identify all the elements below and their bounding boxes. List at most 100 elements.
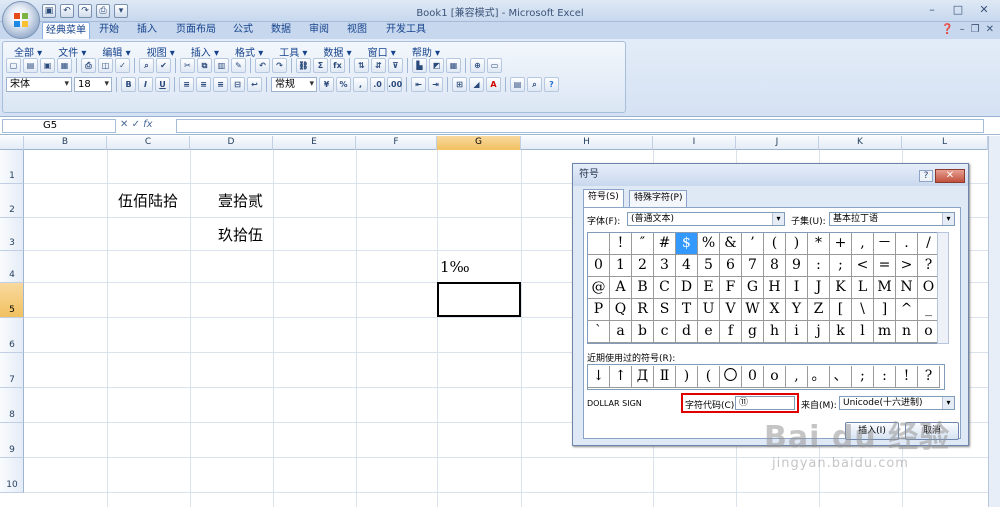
recent-symbol[interactable]: : [874,366,896,388]
row-header[interactable]: 1 [0,150,24,184]
drawing-icon[interactable]: ◩ [429,58,444,73]
print-preview-icon[interactable]: ◫ [98,58,113,73]
dialog-close-button[interactable]: ✕ [935,169,965,183]
symbol-cell[interactable]: － [874,233,896,255]
column-header[interactable]: E [273,136,356,150]
symbol-cell[interactable]: ( [764,233,786,255]
dialog-help-button[interactable]: ? [919,170,933,182]
print-icon[interactable]: ⎙ [96,4,110,18]
symbol-cell[interactable]: A [610,277,632,299]
symbol-cell[interactable]: ^ [896,299,918,321]
row-header[interactable]: 10 [0,458,24,493]
ribbon-close-icon[interactable]: ✕ [986,24,994,35]
close-button[interactable]: ✕ [972,2,996,18]
research-icon[interactable]: ⌕ [139,58,154,73]
spell-check-icon[interactable]: ✔ [156,58,171,73]
symbol-cell[interactable]: T [676,299,698,321]
open-icon[interactable]: ▤ [23,58,38,73]
new-icon[interactable]: ▢ [6,58,21,73]
ribbon-restore-icon[interactable]: ❐ [971,24,980,35]
symbol-cell[interactable]: ″ [632,233,654,255]
symbol-cell[interactable]: g [742,321,764,343]
recent-symbol[interactable]: ? [918,366,940,388]
symbol-cell[interactable]: @ [588,277,610,299]
symbol-cell[interactable]: m [874,321,896,343]
row-header[interactable]: 7 [0,353,24,388]
merge-center-icon[interactable]: ⊟ [230,77,245,92]
increase-indent-icon[interactable]: ⇥ [428,77,443,92]
symbol-cell[interactable]: E [698,277,720,299]
symbol-cell[interactable]: ] [874,299,896,321]
symbol-cell[interactable]: 0 [588,255,610,277]
tab-classic-menu[interactable]: 经典菜单 [42,22,90,39]
symbol-cell[interactable]: , [852,233,874,255]
symbol-cell[interactable]: [ [830,299,852,321]
row-header-selected[interactable]: 5 [0,283,24,318]
symbol-cell[interactable]: d [676,321,698,343]
recent-symbol[interactable]: 〇 [720,366,742,388]
row-header[interactable]: 9 [0,423,24,458]
recent-symbol[interactable]: ) [676,366,698,388]
cell-d3[interactable]: 玖拾伍 [218,224,263,245]
filter-icon[interactable]: ⊽ [388,58,403,73]
align-center-icon[interactable]: ≡ [196,77,211,92]
symbol-cell[interactable]: n [896,321,918,343]
symbol-cell[interactable]: * [808,233,830,255]
row-header[interactable]: 4 [0,251,24,283]
symbol-cell[interactable]: U [698,299,720,321]
symbol-cell[interactable]: + [830,233,852,255]
recent-symbol[interactable]: ; [852,366,874,388]
ribbon-minimize-icon[interactable]: – [960,24,965,35]
row-header[interactable]: 2 [0,184,24,218]
symbol-cell[interactable]: = [874,255,896,277]
tab-symbols[interactable]: 符号(S) [583,189,624,208]
recent-symbol[interactable]: ↓ [588,366,610,388]
symbol-cell[interactable]: \ [852,299,874,321]
decrease-decimal-icon[interactable]: .00 [387,77,402,92]
column-header[interactable]: J [736,136,819,150]
symbol-cell[interactable]: ; [830,255,852,277]
vertical-scrollbar[interactable] [988,136,1000,507]
recent-symbol[interactable]: o [764,366,786,388]
tab-insert[interactable]: 插入 [132,22,162,39]
symbol-cell[interactable] [588,233,610,255]
copy-icon[interactable]: ⧉ [197,58,212,73]
symbol-cell[interactable]: M [874,277,896,299]
window-icon[interactable]: ▭ [487,58,502,73]
column-header[interactable]: D [190,136,273,150]
minimize-button[interactable]: – [920,2,944,18]
symbol-cell[interactable]: 6 [720,255,742,277]
symbol-cell[interactable]: b [632,321,654,343]
permission-icon[interactable]: ▦ [57,58,72,73]
number-format-select[interactable]: 常规 [271,77,317,92]
symbol-cell[interactable]: . [896,233,918,255]
decrease-indent-icon[interactable]: ⇤ [411,77,426,92]
symbol-cell[interactable]: < [852,255,874,277]
symbol-cell[interactable]: F [720,277,742,299]
comma-style-icon[interactable]: , [353,77,368,92]
symbol-cell[interactable]: 3 [654,255,676,277]
formula-input[interactable] [176,119,984,133]
symbol-cell[interactable]: Y [786,299,808,321]
symbol-cell[interactable]: k [830,321,852,343]
symbol-cell[interactable]: 5 [698,255,720,277]
tab-special-characters[interactable]: 特殊字符(P) [629,190,688,207]
symbol-cell[interactable]: W [742,299,764,321]
recent-symbol[interactable]: ( [698,366,720,388]
symbol-cell[interactable]: # [654,233,676,255]
column-header[interactable]: I [653,136,736,150]
cut-icon[interactable]: ✂ [180,58,195,73]
symbol-cell[interactable]: Z [808,299,830,321]
column-header[interactable]: K [819,136,902,150]
styles-icon[interactable]: ▤ [510,77,525,92]
format-painter-icon[interactable]: ✎ [231,58,246,73]
office-button[interactable] [2,1,40,39]
fill-color-icon[interactable]: ◢ [469,77,484,92]
cell-c2[interactable]: 伍佰陆拾 [118,190,178,211]
bold-button[interactable]: B [121,77,136,92]
name-box[interactable]: G5 [2,119,116,133]
underline-button[interactable]: U [155,77,170,92]
symbol-cell[interactable]: 7 [742,255,764,277]
symbol-cell[interactable]: a [610,321,632,343]
tab-formulas[interactable]: 公式 [228,22,258,39]
